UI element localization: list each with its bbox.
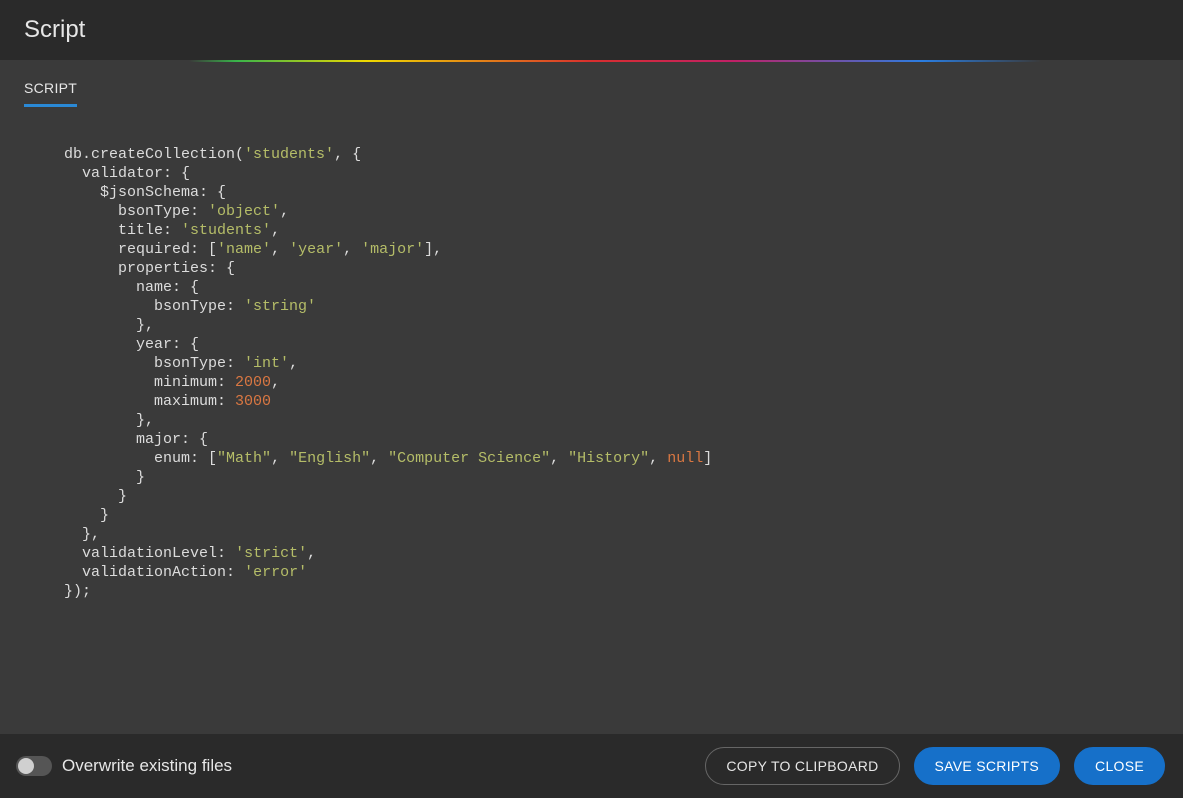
code-number: 3000 bbox=[235, 393, 271, 410]
dialog-header: Script bbox=[0, 0, 1183, 60]
code-string: 'string' bbox=[244, 298, 316, 315]
code-key: major bbox=[136, 431, 181, 448]
code-string: 'strict' bbox=[235, 545, 307, 562]
code-key: enum bbox=[154, 450, 190, 467]
dialog-title: Script bbox=[24, 16, 85, 44]
code-key: validator bbox=[82, 165, 163, 182]
code-number: 2000 bbox=[235, 374, 271, 391]
code-string: "History" bbox=[568, 450, 649, 467]
overwrite-toggle-label: Overwrite existing files bbox=[62, 756, 232, 776]
code-key: $jsonSchema bbox=[100, 184, 199, 201]
tab-script[interactable]: SCRIPT bbox=[24, 80, 77, 107]
overwrite-toggle[interactable]: Overwrite existing files bbox=[16, 756, 232, 776]
code-fn: db.createCollection bbox=[64, 146, 235, 163]
code-string: 'object' bbox=[208, 203, 280, 220]
script-code: db.createCollection('students', { valida… bbox=[64, 145, 1183, 601]
code-key: title bbox=[118, 222, 163, 239]
copy-to-clipboard-button[interactable]: COPY TO CLIPBOARD bbox=[705, 747, 899, 785]
code-collection-name: 'students' bbox=[244, 146, 334, 163]
code-key: year bbox=[136, 336, 172, 353]
code-string: 'year' bbox=[289, 241, 343, 258]
code-string: "English" bbox=[289, 450, 370, 467]
code-string: "Computer Science" bbox=[388, 450, 550, 467]
code-key: bsonType bbox=[154, 298, 226, 315]
code-string: 'int' bbox=[244, 355, 289, 372]
code-null: null bbox=[667, 450, 703, 467]
save-scripts-button[interactable]: SAVE SCRIPTS bbox=[914, 747, 1060, 785]
code-string: 'name' bbox=[217, 241, 271, 258]
dialog-footer: Overwrite existing files COPY TO CLIPBOA… bbox=[0, 734, 1183, 798]
code-key: required bbox=[118, 241, 190, 258]
toggle-switch-icon bbox=[16, 756, 52, 776]
code-string: "Math" bbox=[217, 450, 271, 467]
code-key: bsonType bbox=[154, 355, 226, 372]
code-key: validationLevel bbox=[82, 545, 217, 562]
close-button[interactable]: CLOSE bbox=[1074, 747, 1165, 785]
code-key: maximum bbox=[154, 393, 217, 410]
code-key: properties bbox=[118, 260, 208, 277]
code-string: 'students' bbox=[181, 222, 271, 239]
code-string: 'major' bbox=[361, 241, 424, 258]
code-key: bsonType bbox=[118, 203, 190, 220]
code-string: 'error' bbox=[244, 564, 307, 581]
tab-bar: SCRIPT bbox=[0, 62, 1183, 107]
code-scroll-area[interactable]: db.createCollection('students', { valida… bbox=[0, 107, 1183, 734]
code-key: name bbox=[136, 279, 172, 296]
code-key: validationAction bbox=[82, 564, 226, 581]
code-key: minimum bbox=[154, 374, 217, 391]
